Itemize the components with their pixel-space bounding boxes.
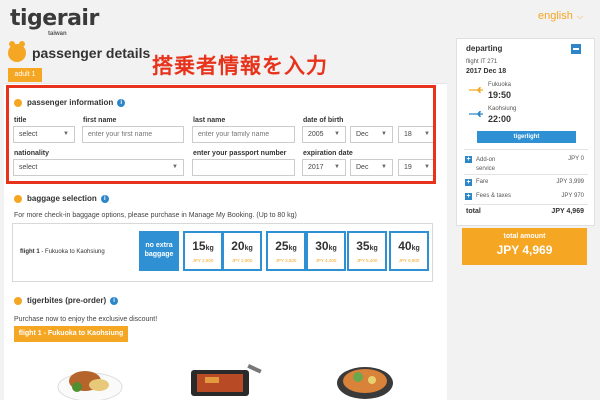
baggage-price: JPY 2,900 [231, 258, 253, 263]
baggage-note: For more check-in baggage options, pleas… [14, 212, 297, 219]
baggage-price: JPY 2,500 [192, 258, 214, 263]
baggage-weight: 15kg [192, 239, 214, 253]
fees-label: Fees & taxes [476, 193, 512, 199]
chevron-down-icon: ⌵ [576, 12, 583, 21]
flight-date: 2017 Dec 18 [466, 68, 507, 75]
tab-adult-1[interactable]: adult 1 [8, 68, 42, 82]
baggage-weight: 30kg [315, 239, 337, 253]
plus-icon[interactable]: + [465, 179, 472, 186]
plus-icon[interactable]: + [465, 193, 472, 200]
meal-image-1[interactable] [55, 357, 125, 400]
tigerbites-flight-button[interactable]: flight 1 - Fukuoka to Kaohsiung [14, 326, 128, 342]
baggage-weight: 35kg [356, 239, 378, 253]
total-value: JPY 4,969 [551, 208, 584, 215]
collapse-icon[interactable] [571, 44, 581, 54]
page-title-row: passenger details [8, 41, 151, 62]
language-select[interactable]: english ⌵ [538, 10, 583, 22]
total-amount-box: total amount JPY 4,969 [462, 228, 587, 265]
baggage-price: JPY 6,800 [398, 258, 420, 263]
arrival-city: Kaohsiung [488, 106, 517, 112]
meal-image-3[interactable] [330, 355, 400, 400]
flight-number-text: flight IT 271 [466, 59, 498, 65]
baggage-weight: 40kg [398, 239, 420, 253]
info-icon[interactable]: i [100, 194, 109, 203]
flight-number: flight 1 [20, 249, 40, 255]
departure-city: Fukuoka [488, 82, 512, 88]
info-icon[interactable]: i [110, 296, 119, 305]
japanese-annotation: 搭乗者情報を入力 [152, 54, 328, 78]
logo-subtext: taiwan [48, 31, 67, 37]
tigerbites-heading: tigerbites (pre-order) i [14, 296, 119, 305]
tiger-face-icon [8, 41, 26, 62]
divider [464, 174, 588, 175]
flight-route: - Fukuoka to Kaohsiung [39, 249, 105, 255]
no-extra-baggage-option[interactable]: no extra baggage [139, 231, 179, 271]
language-label: english [538, 10, 573, 22]
baggage-option-35kg[interactable]: 35kg JPY 5,400 [347, 231, 387, 271]
total-amount-value: JPY 4,969 [496, 243, 553, 257]
fare-type-button[interactable]: tigerlight [477, 131, 576, 143]
fees-value: JPY 970 [561, 193, 584, 199]
meal-image-2[interactable] [185, 360, 265, 400]
arrival-time: 22:00 [488, 114, 512, 124]
highlight-frame [6, 85, 436, 184]
baggage-option-30kg[interactable]: 30kg JPY 4,400 [306, 231, 346, 271]
divider [464, 204, 588, 205]
fork-knife-icon [14, 296, 22, 305]
baggage-price: JPY 4,400 [315, 258, 337, 263]
baggage-price: JPY 5,400 [356, 258, 378, 263]
total-label: total [466, 208, 481, 215]
baggage-option-20kg[interactable]: 20kg JPY 2,900 [222, 231, 262, 271]
summary-heading: departing [466, 44, 503, 53]
page: tigerair taiwan english ⌵ passenger detai… [0, 0, 600, 400]
addon-label: Add-on service [476, 157, 496, 172]
fare-label: Fare [476, 179, 489, 185]
baggage-heading: baggage selection i [14, 194, 109, 203]
logo-text: tigerair [10, 6, 99, 31]
fare-value: JPY 3,999 [556, 179, 584, 185]
baggage-weight: 20kg [231, 239, 253, 253]
tigerbites-note: Purchase now to enjoy the exclusive disc… [14, 316, 158, 323]
addon-value: JPY 0 [568, 156, 584, 162]
plus-icon[interactable]: + [465, 156, 472, 163]
baggage-weight: 25kg [275, 239, 297, 253]
tigerbites-title: tigerbites (pre-order) [27, 296, 107, 305]
baggage-option-15kg[interactable]: 15kg JPY 2,500 [183, 231, 223, 271]
page-title: passenger details [32, 45, 151, 61]
baggage-price: JPY 3,500 [275, 258, 297, 263]
total-amount-label: total amount [503, 233, 546, 240]
baggage-option-40kg[interactable]: 40kg JPY 6,800 [389, 231, 429, 271]
baggage-option-25kg[interactable]: 25kg JPY 3,500 [266, 231, 306, 271]
suitcase-icon [14, 194, 22, 203]
departure-time: 19:50 [488, 90, 512, 100]
baggage-flight-label: flight 1 - Fukuoka to Kaohsiung [20, 249, 105, 255]
divider [464, 149, 588, 150]
tigerair-logo[interactable]: tigerair taiwan [10, 6, 99, 37]
baggage-title: baggage selection [27, 194, 97, 203]
